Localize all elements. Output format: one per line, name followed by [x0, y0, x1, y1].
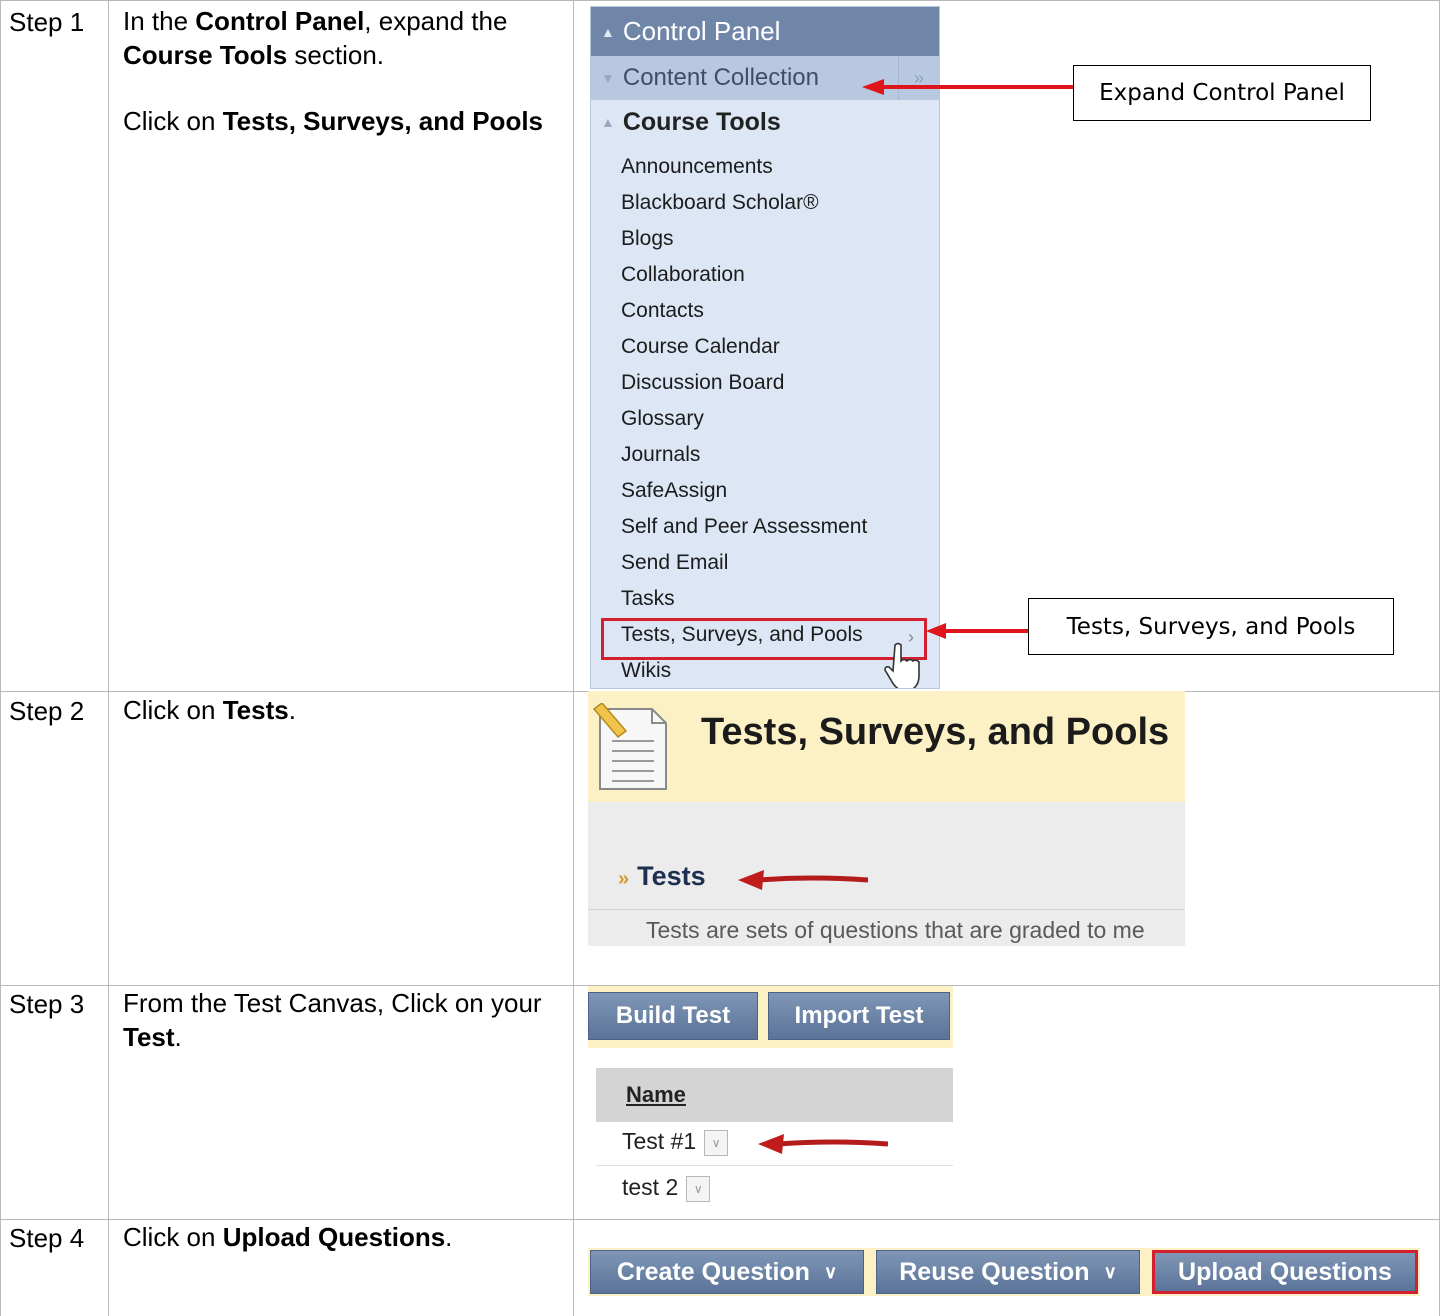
reuse-question-label: Reuse Question [899, 1257, 1090, 1286]
course-tools-header[interactable]: ▲ Course Tools [591, 100, 939, 144]
col-divider [0, 0, 1, 1316]
instruction-text: section. [287, 40, 385, 70]
upload-questions-button[interactable]: Upload Questions [1152, 1250, 1418, 1294]
import-test-button[interactable]: Import Test [768, 992, 950, 1040]
course-tool-item[interactable]: Contacts [621, 299, 704, 323]
step-label: Step 2 [9, 696, 85, 726]
step-label: Step 1 [9, 7, 85, 37]
course-tool-item[interactable]: Wikis [621, 659, 671, 683]
raquo-icon: » [618, 868, 630, 890]
expand-icon: ▼ [601, 70, 615, 86]
bold-term: Tests [222, 695, 289, 725]
bold-term: Tests, Surveys, and Pools [222, 106, 544, 136]
table-row[interactable]: test 2 ∨ [622, 1174, 711, 1202]
page-title: Tests, Surveys, and Pools [701, 711, 1170, 753]
row-separator [596, 1165, 953, 1166]
col-divider [573, 0, 574, 1316]
bold-term: Course Tools [123, 40, 288, 70]
red-arrow-icon [738, 870, 868, 890]
instruction-text: . [174, 1022, 182, 1052]
content-collection-label: Content Collection [622, 64, 819, 91]
instruction-text: Click on [123, 1222, 223, 1252]
course-tool-item[interactable]: Glossary [621, 407, 704, 431]
tests-description: Tests are sets of questions that are gra… [646, 917, 1145, 943]
course-tools-label: Course Tools [622, 107, 781, 136]
instruction-paragraph: Click on Upload Questions. [123, 1220, 563, 1254]
course-tool-item[interactable]: Tasks [621, 587, 675, 611]
control-panel-title: Control Panel [622, 16, 781, 46]
step-3-instructions: From the Test Canvas, Click on your Test… [123, 986, 563, 1086]
selected-item-highlight: › [601, 618, 927, 660]
instruction-text: From the Test Canvas, Click on your [123, 988, 542, 1018]
course-tool-item[interactable]: Blogs [621, 227, 674, 251]
course-tool-item[interactable]: Discussion Board [621, 371, 784, 395]
reuse-question-button[interactable]: Reuse Question ∨ [876, 1250, 1140, 1294]
callout-expand-control-panel: Expand Control Panel [1073, 65, 1371, 121]
control-panel-screenshot: ▲ Control Panel ▼ Content Collection » ▲… [590, 6, 940, 689]
instruction-text: Click on [123, 106, 223, 136]
create-question-button[interactable]: Create Question ∨ [590, 1250, 864, 1294]
collapse-icon: ▲ [601, 114, 615, 130]
course-tool-item[interactable]: Blackboard Scholar® [621, 191, 819, 215]
red-arrow-icon [862, 79, 1074, 95]
tests-page-screenshot: Tests, Surveys, and Pools » Tests Tests a… [588, 691, 1185, 946]
table-row[interactable]: Test #1 ∨ [622, 1128, 729, 1156]
col-divider [1439, 0, 1440, 1316]
step-label: Step 4 [9, 1223, 85, 1253]
test-canvas-screenshot: Build Test Import Test Name Test #1 ∨ tes… [588, 986, 953, 1211]
chevron-down-icon: ∨ [1103, 1261, 1117, 1282]
test-name: test 2 [622, 1174, 679, 1200]
course-tool-item[interactable]: Collaboration [621, 263, 745, 287]
course-tool-item[interactable]: Send Email [621, 551, 728, 575]
test-name: Test #1 [622, 1128, 697, 1154]
course-tool-item[interactable]: Self and Peer Assessment [621, 515, 867, 539]
collapse-icon: ▲ [601, 23, 615, 40]
step-4-instructions: Click on Upload Questions. [123, 1220, 563, 1286]
red-arrow-icon [758, 1134, 888, 1154]
name-column-header[interactable]: Name [596, 1068, 953, 1122]
bold-term: Test [123, 1022, 175, 1052]
instruction-paragraph: In the Control Panel, expand the Course … [123, 4, 563, 72]
table-border-top [0, 0, 1440, 1]
col-divider [108, 0, 109, 1316]
tests-link[interactable]: » Tests [618, 861, 706, 892]
chevron-down-icon[interactable]: ∨ [704, 1129, 729, 1156]
chevron-down-icon[interactable]: ∨ [686, 1175, 711, 1202]
chevron-down-icon: ∨ [823, 1261, 838, 1282]
step-1-instructions: In the Control Panel, expand the Course … [123, 4, 563, 170]
callout-tests-surveys-pools: Tests, Surveys, and Pools [1028, 598, 1394, 655]
name-header-label: Name [626, 1082, 686, 1107]
page-header: Tests, Surveys, and Pools [588, 691, 1185, 802]
document-icon [592, 703, 667, 790]
course-tool-item[interactable]: SafeAssign [621, 479, 727, 503]
instruction-text: . [288, 695, 296, 725]
control-panel-header[interactable]: ▲ Control Panel [591, 7, 939, 56]
hand-cursor-icon [884, 642, 920, 688]
tests-link-label: Tests [637, 861, 706, 891]
instruction-paragraph: Click on Tests, Surveys, and Pools [123, 104, 563, 138]
instruction-paragraph: From the Test Canvas, Click on your Test… [123, 986, 563, 1054]
red-arrow-icon [926, 623, 1030, 639]
instruction-text: , expand the [364, 6, 508, 36]
bold-term: Upload Questions [222, 1222, 446, 1252]
action-bar: Build Test Import Test [588, 986, 953, 1048]
step-label: Step 3 [9, 989, 85, 1019]
instruction-text: Click on [123, 695, 223, 725]
instruction-text: . [445, 1222, 453, 1252]
instruction-text: In the [123, 6, 196, 36]
course-tool-item[interactable]: Course Calendar [621, 335, 780, 359]
step-2-instructions: Click on Tests. [123, 693, 563, 759]
instruction-paragraph: Click on Tests. [123, 693, 563, 727]
divider [588, 909, 1185, 910]
course-tool-item[interactable]: Journals [621, 443, 700, 467]
build-test-button[interactable]: Build Test [588, 992, 758, 1040]
question-action-bar: Create Question ∨ Reuse Question ∨ Upload … [588, 1248, 1420, 1296]
bold-term: Control Panel [195, 6, 365, 36]
course-tool-item[interactable]: Announcements [621, 155, 773, 179]
create-question-label: Create Question [616, 1257, 810, 1286]
